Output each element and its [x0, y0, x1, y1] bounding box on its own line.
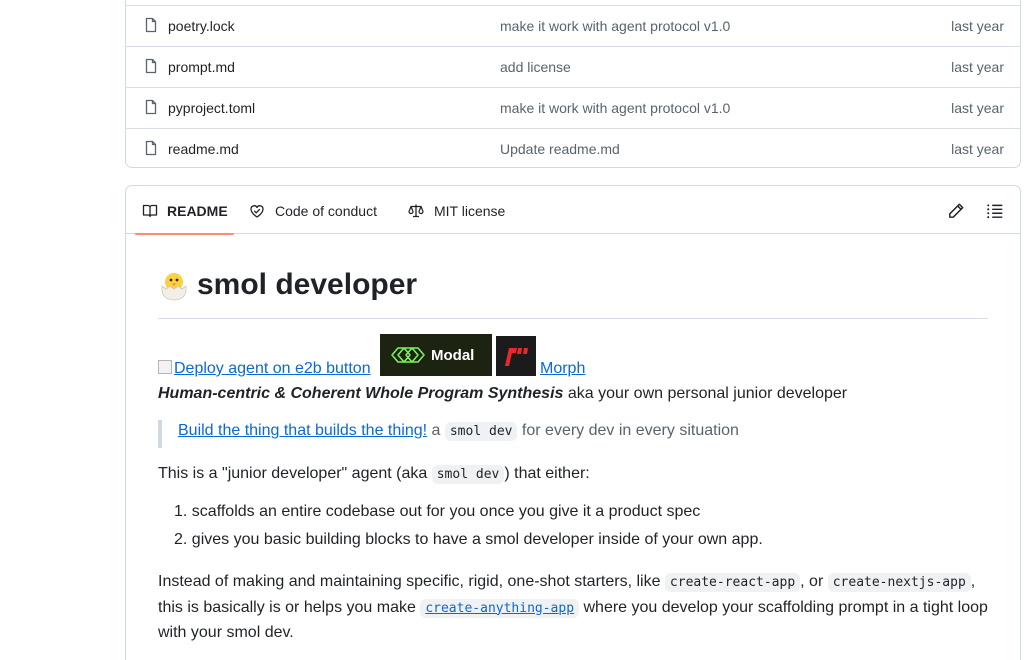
- paragraph-text: Instead of making and maintaining specif…: [158, 573, 665, 590]
- hatching-chick-icon: [161, 273, 187, 301]
- subtitle-bold: Human-centric & Coherent Whole Program S…: [158, 385, 564, 402]
- morph-link[interactable]: Morph: [540, 360, 585, 378]
- commit-time: last year: [951, 59, 1004, 75]
- list-item: 2. gives you basic building blocks to ha…: [174, 531, 763, 548]
- tab-label: MIT license: [434, 203, 506, 219]
- file-row[interactable]: readme.md Update readme.md last year: [126, 128, 1020, 169]
- broken-image-icon: [158, 360, 172, 374]
- file-name[interactable]: readme.md: [168, 141, 239, 157]
- law-icon: [408, 204, 424, 218]
- description: This is a "junior developer" agent (aka …: [158, 462, 590, 487]
- tab-license[interactable]: MIT license: [407, 186, 517, 234]
- file-row[interactable]: poetry.lock make it work with agent prot…: [126, 5, 1020, 46]
- quote-end: for every dev in every situation: [517, 422, 739, 439]
- commit-message[interactable]: make it work with agent protocol v1.0: [500, 18, 730, 34]
- modal-label: Modal: [431, 347, 475, 364]
- book-icon: [142, 204, 158, 218]
- file-list: poetry.lock make it work with agent prot…: [125, 0, 1021, 168]
- readme-panel: README Code of conduct MIT license smol …: [125, 185, 1021, 660]
- readme-tabs: README Code of conduct MIT license: [126, 186, 1020, 235]
- outline-list-icon[interactable]: [986, 202, 1004, 220]
- commit-message[interactable]: add license: [500, 59, 571, 75]
- subtitle-rest: aka your own personal junior developer: [563, 385, 848, 402]
- active-tab-indicator: [135, 233, 234, 235]
- commit-time: last year: [951, 100, 1004, 116]
- morph-logo-icon: [505, 348, 528, 366]
- file-row[interactable]: prompt.md add license last year: [126, 46, 1020, 87]
- page-title: smol developer: [197, 268, 418, 301]
- tab-label: Code of conduct: [275, 203, 377, 219]
- e2b-deploy-link[interactable]: Deploy agent on e2b button: [158, 360, 371, 378]
- inline-code: create-react-app: [664, 573, 801, 592]
- desc-end: ) that either:: [504, 465, 590, 482]
- code-of-conduct-icon: [250, 205, 264, 218]
- paragraph-text: , or: [800, 573, 828, 590]
- inline-code: smol dev: [444, 422, 518, 441]
- quote-link[interactable]: Build the thing that builds the thing!: [178, 422, 427, 439]
- blockquote: Build the thing that builds the thing! a…: [158, 420, 988, 448]
- inline-code: smol dev: [431, 465, 505, 484]
- file-icon: [145, 99, 157, 115]
- morph-badge[interactable]: [496, 336, 536, 376]
- modal-logo-icon: [391, 347, 425, 363]
- inline-code: create-nextjs-app: [827, 573, 971, 592]
- file-icon: [145, 17, 157, 33]
- commit-message[interactable]: Update readme.md: [500, 141, 620, 157]
- modal-badge[interactable]: Modal: [380, 334, 492, 376]
- subtitle: Human-centric & Coherent Whole Program S…: [158, 382, 847, 406]
- file-name[interactable]: pyproject.toml: [168, 100, 255, 116]
- tab-code-of-conduct[interactable]: Code of conduct: [248, 186, 388, 234]
- file-name[interactable]: prompt.md: [168, 59, 235, 75]
- heading-divider: [158, 318, 988, 319]
- file-icon: [145, 58, 157, 74]
- e2b-link-text: Deploy agent on e2b button: [174, 360, 371, 377]
- commit-time: last year: [951, 141, 1004, 157]
- desc-start: This is a "junior developer" agent (aka: [158, 465, 432, 482]
- badge-row: Deploy agent on e2b button Modal Morph: [158, 334, 988, 378]
- commit-message[interactable]: make it work with agent protocol v1.0: [500, 100, 730, 116]
- tab-label: README: [167, 203, 228, 219]
- file-name[interactable]: poetry.lock: [168, 18, 235, 34]
- paragraph: Instead of making and maintaining specif…: [158, 570, 988, 646]
- file-icon: [145, 140, 157, 156]
- quote-mid: a: [427, 422, 445, 439]
- pencil-icon[interactable]: [947, 202, 965, 220]
- readme-heading: smol developer: [158, 268, 988, 306]
- commit-time: last year: [951, 18, 1004, 34]
- file-row[interactable]: pyproject.toml make it work with agent p…: [126, 87, 1020, 128]
- create-anything-app-link[interactable]: create-anything-app: [420, 598, 580, 618]
- tab-readme[interactable]: README: [135, 186, 234, 235]
- list-item: 1. scaffolds an entire codebase out for …: [174, 503, 701, 520]
